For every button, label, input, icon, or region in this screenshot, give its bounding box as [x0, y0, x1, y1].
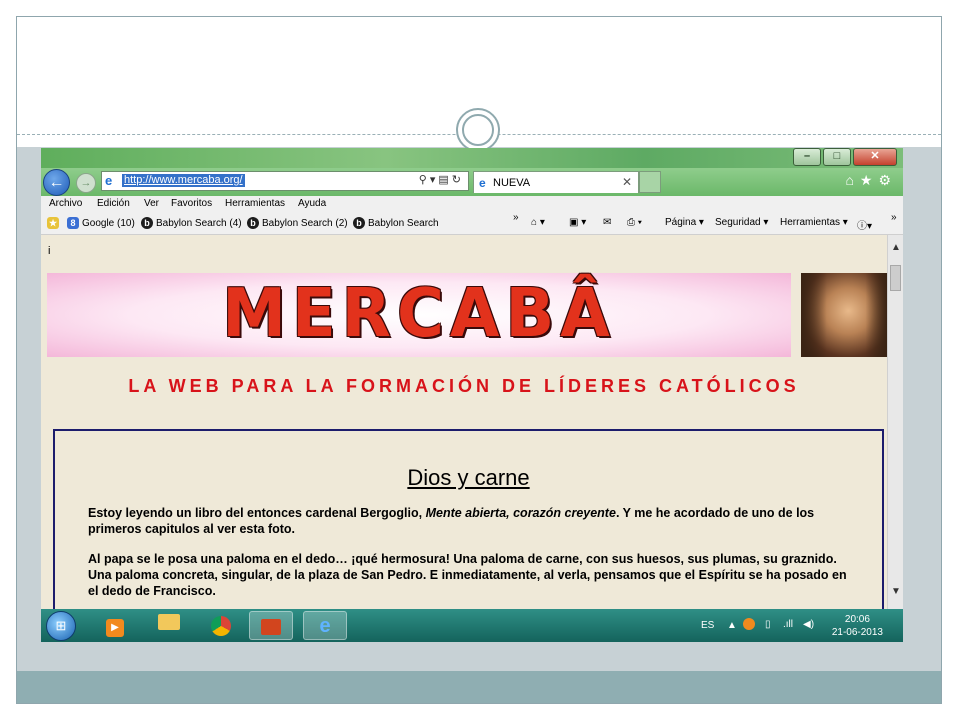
maximize-button[interactable]: □	[823, 148, 851, 166]
google-icon: 8	[67, 217, 79, 229]
home-favorites-tools-icons[interactable]: ⌂★⚙	[845, 172, 897, 189]
web-page: i MERCABÂ LA WEB PARA LA FORMACIÓN DE LÍ…	[41, 235, 887, 609]
tab-close-icon[interactable]: ✕	[622, 175, 632, 189]
back-button[interactable]: ←	[43, 169, 70, 196]
home-icon[interactable]: ⌂ ▾	[531, 217, 545, 228]
slide-footer-band	[17, 671, 941, 703]
article-box: Dios y carne Estoy leyendo un libro del …	[53, 429, 884, 609]
cmd-seguridad[interactable]: Seguridad ▾	[715, 217, 768, 228]
site-tagline: LA WEB PARA LA FORMACIÓN DE LÍDERES CATÓ…	[128, 376, 800, 396]
menu-herramientas[interactable]: Herramientas	[225, 198, 285, 209]
ie-tab-icon: e	[479, 176, 486, 190]
forward-button[interactable]: →	[76, 173, 96, 193]
start-button[interactable]: ⊞	[46, 611, 76, 641]
menu-bar: Archivo Edición Ver Favoritos Herramient…	[41, 196, 903, 212]
language-indicator[interactable]: ES	[701, 620, 714, 631]
mercaba-banner[interactable]: MERCABÂ	[47, 273, 791, 357]
banner-text: MERCABÂ	[222, 275, 616, 353]
slide-ring-ornament	[456, 108, 500, 152]
navigation-bar: ← → e http://www.mercaba.org/ ⚲▾▤↻ e NUE…	[41, 168, 903, 196]
battery-icon[interactable]: ▯	[765, 619, 771, 630]
cmd-pagina[interactable]: Página ▾	[665, 217, 704, 228]
browser-screenshot: – □ ✕ ← → e http://www.mercaba.org/ ⚲▾▤↻…	[41, 148, 903, 642]
scroll-thumb[interactable]	[890, 265, 901, 291]
tab-label: NUEVA	[493, 177, 531, 189]
address-bar[interactable]: e http://www.mercaba.org/ ⚲▾▤↻	[101, 171, 469, 191]
scroll-down-icon[interactable]: ▼	[889, 585, 903, 599]
article-title: Dios y carne	[407, 465, 530, 490]
explorer-icon[interactable]	[147, 611, 191, 640]
cmd-herramientas[interactable]: Herramientas ▾	[780, 217, 848, 228]
windows-taskbar: ⊞ ▶ e ES ▲ ▯ .ıll ◀) 20:06 21-06-2013	[41, 609, 903, 642]
ie-icon: e	[105, 173, 113, 188]
scroll-up-icon[interactable]: ▲	[889, 241, 903, 255]
tray-app-icon[interactable]	[743, 618, 755, 630]
menu-edicion[interactable]: Edición	[97, 198, 130, 209]
window-controls: – □ ✕	[791, 148, 897, 166]
babylon-icon: b	[141, 217, 153, 229]
volume-icon[interactable]: ◀)	[803, 619, 814, 630]
new-tab-button[interactable]	[639, 171, 661, 193]
fav-babylon-2[interactable]: b Babylon Search (2)	[247, 217, 348, 229]
media-player-icon[interactable]: ▶	[93, 611, 137, 640]
article-paragraph-2: Al papa se le posa una paloma en el dedo…	[88, 552, 847, 598]
help-icon[interactable]: ⓘ▾	[857, 217, 872, 232]
mail-icon[interactable]: ✉	[603, 217, 611, 228]
babylon-icon: b	[353, 217, 365, 229]
virgin-portrait-image	[801, 273, 887, 357]
feeds-icon[interactable]: ▣ ▾	[569, 217, 586, 228]
window-titlebar: – □ ✕	[41, 148, 903, 168]
menu-ayuda[interactable]: Ayuda	[298, 198, 326, 209]
fav-babylon-4[interactable]: b Babylon Search (4)	[141, 217, 242, 229]
powerpoint-icon[interactable]	[249, 611, 293, 640]
favorites-bar: ★ 8 Google (10) b Babylon Search (4) b Baby…	[41, 212, 903, 235]
signal-icon[interactable]: .ıll	[783, 619, 793, 630]
menu-ver[interactable]: Ver	[144, 198, 159, 209]
minimize-button[interactable]: –	[793, 148, 821, 166]
chevron-more-icon[interactable]: »	[513, 212, 519, 223]
vertical-scrollbar[interactable]: ▲ ▼	[887, 235, 903, 609]
chrome-icon[interactable]	[199, 611, 243, 640]
url-text[interactable]: http://www.mercaba.org/	[122, 174, 245, 187]
stray-text: i	[48, 245, 51, 257]
chevron-more-icon[interactable]: »	[891, 212, 897, 223]
tray-expand-icon[interactable]: ▲	[727, 620, 737, 631]
internet-explorer-icon[interactable]: e	[303, 611, 347, 640]
fav-babylon[interactable]: b Babylon Search	[353, 217, 439, 229]
add-favorite-icon[interactable]: ★	[47, 217, 62, 229]
system-clock[interactable]: 20:06 21-06-2013	[832, 613, 883, 639]
print-icon[interactable]: ⎙ ▾	[627, 217, 642, 228]
fav-google[interactable]: 8 Google (10)	[67, 217, 135, 229]
tab-nueva[interactable]: e NUEVA ✕	[473, 171, 639, 193]
article-paragraph-1: Estoy leyendo un libro del entonces card…	[88, 506, 815, 536]
search-icon[interactable]: ⚲▾▤↻	[419, 173, 464, 186]
menu-archivo[interactable]: Archivo	[49, 198, 82, 209]
close-window-button[interactable]: ✕	[853, 148, 897, 166]
menu-favoritos[interactable]: Favoritos	[171, 198, 212, 209]
babylon-icon: b	[247, 217, 259, 229]
